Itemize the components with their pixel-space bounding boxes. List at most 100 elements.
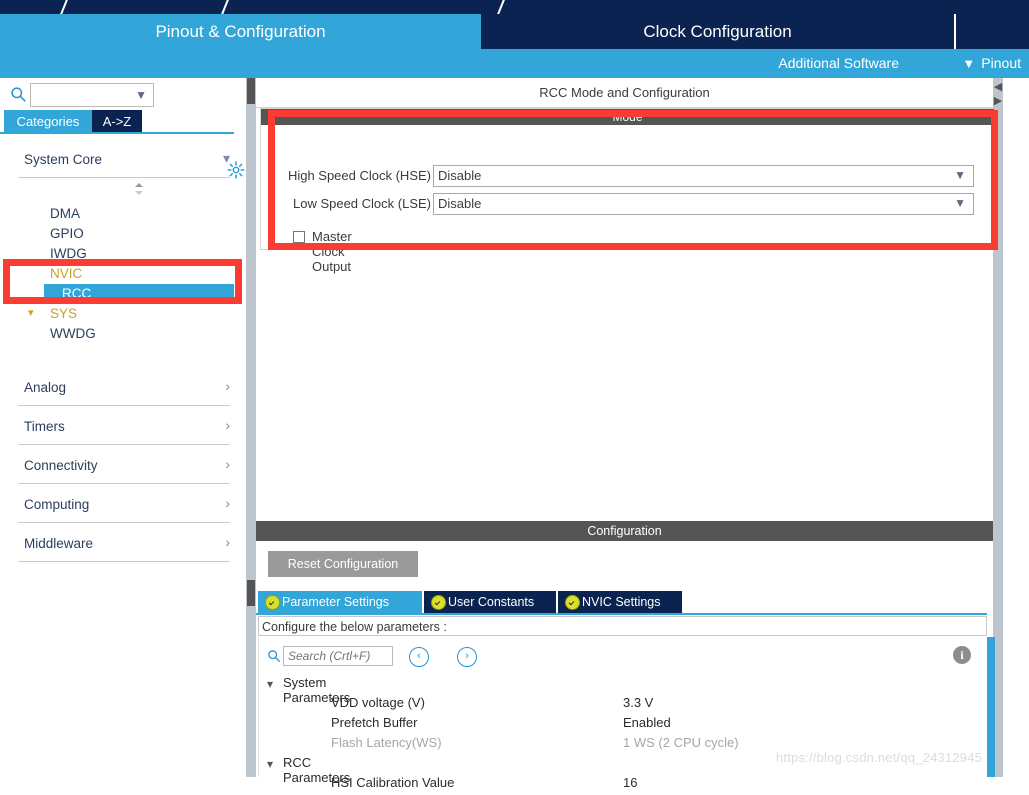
check-circle-icon (431, 595, 446, 610)
chevron-down-icon: ▼ (135, 88, 147, 102)
collapse-all-icon[interactable]: ‹ (409, 647, 429, 667)
list-item[interactable]: WWDG (50, 324, 234, 343)
tab-overflow[interactable] (956, 14, 1029, 49)
chevron-down-icon: ▾ (267, 757, 274, 771)
sidebar-splitter[interactable] (246, 78, 256, 777)
table-row[interactable]: HSI Calibration Value 16 (259, 775, 988, 795)
tab-categories[interactable]: Categories (4, 110, 92, 133)
tab-clock-configuration[interactable]: Clock Configuration (481, 14, 954, 49)
chevron-right-icon: › (225, 495, 230, 511)
chevron-right-icon: › (225, 456, 230, 472)
category-label: Timers (24, 419, 65, 434)
list-item[interactable]: ▾ SYS (28, 304, 234, 323)
sidebar-category-middleware[interactable]: Middleware › (14, 528, 234, 562)
parameter-name: Prefetch Buffer (331, 715, 418, 730)
component-sidebar: ▼ Categories A->Z System Core ▾ DMA GPIO… (0, 78, 246, 777)
tab-label: NVIC Settings (582, 595, 661, 609)
sidebar-category-analog[interactable]: Analog › (14, 372, 234, 406)
additional-software-label: Additional Software (778, 55, 899, 71)
parameter-value: 1 WS (2 CPU cycle) (623, 735, 739, 750)
chevron-down-icon: ▾ (267, 677, 274, 691)
reset-configuration-button[interactable]: Reset Configuration (268, 551, 418, 577)
parameter-search-input[interactable] (283, 646, 393, 666)
search-input[interactable]: ▼ (30, 83, 154, 107)
search-icon (268, 650, 281, 663)
section-tab-underline (0, 132, 234, 134)
chevron-right-icon: › (225, 417, 230, 433)
configuration-group-title: Configuration (256, 521, 993, 541)
sidebar-category-computing[interactable]: Computing › (14, 489, 234, 523)
parameter-value: Enabled (623, 715, 671, 730)
info-icon[interactable]: i (953, 646, 971, 664)
chevron-down-icon: ▾ (28, 307, 34, 319)
expand-all-icon[interactable]: › (457, 647, 477, 667)
parameter-name: Flash Latency(WS) (331, 735, 442, 750)
category-label: Analog (24, 380, 67, 395)
sidebar-category-system-core[interactable]: System Core ▾ (14, 144, 234, 178)
page-title: RCC Mode and Configuration (539, 85, 710, 100)
mode-panel-highlight (268, 110, 998, 250)
check-circle-icon (565, 595, 580, 610)
window-title-strip (0, 0, 1029, 18)
tab-parameter-settings[interactable]: Parameter Settings (258, 591, 422, 613)
configuration-tab-underline (256, 613, 987, 615)
parameter-scrollbar[interactable] (987, 637, 995, 777)
divider (18, 483, 230, 484)
divider (18, 561, 230, 562)
category-label: System Core (24, 152, 103, 167)
category-label: Connectivity (24, 458, 98, 473)
arrow-left-icon[interactable]: ◀ (993, 80, 1003, 94)
main-tab-bar: Pinout & Configuration Clock Configurati… (0, 14, 1029, 49)
tab-nvic-settings[interactable]: NVIC Settings (558, 591, 682, 613)
splitter-grip[interactable] (247, 78, 255, 104)
sidebar-search-row: ▼ (0, 78, 246, 110)
pinout-dropdown[interactable]: ▼ Pinout (962, 49, 1021, 78)
peripheral-label: DMA (50, 206, 80, 221)
tab-label: Clock Configuration (643, 22, 792, 41)
chevron-right-icon: › (225, 534, 230, 550)
parameter-name: VDD voltage (V) (331, 695, 425, 710)
divider (18, 444, 230, 445)
tab-label: Parameter Settings (282, 595, 389, 609)
tab-pinout-configuration[interactable]: Pinout & Configuration (0, 14, 481, 49)
splitter-grip[interactable] (247, 580, 255, 606)
table-row[interactable]: VDD voltage (V) 3.3 V (259, 695, 988, 715)
sidebar-category-connectivity[interactable]: Connectivity › (14, 450, 234, 484)
panel-header: RCC Mode and Configuration (256, 78, 993, 108)
peripheral-label: GPIO (50, 226, 84, 241)
tab-a-to-z[interactable]: A->Z (92, 110, 142, 133)
rcc-item-highlight (3, 259, 242, 304)
tab-label: Categories (16, 114, 80, 129)
category-label: Computing (24, 497, 90, 512)
secondary-toolbar: Additional Software ▼ Pinout (0, 49, 1029, 78)
check-circle-icon (265, 595, 280, 610)
sidebar-category-timers[interactable]: Timers › (14, 411, 234, 445)
chevron-down-icon: ▾ (222, 150, 230, 166)
chevron-down-icon: ▼ (962, 56, 976, 71)
arrow-right-icon[interactable]: ▶ (993, 94, 1003, 108)
scrollbar-thumb[interactable] (987, 637, 995, 777)
additional-software-button[interactable]: Additional Software (778, 49, 899, 78)
configuration-group: Reset Configuration Parameter Settings U… (256, 541, 995, 790)
parameter-name: HSI Calibration Value (331, 775, 455, 790)
pinout-label: Pinout (981, 55, 1021, 71)
tab-user-constants[interactable]: User Constants (424, 591, 556, 613)
scroll-updown-icon[interactable] (132, 182, 146, 196)
configuration-note: Configure the below parameters : (258, 616, 987, 636)
category-label: Middleware (24, 536, 94, 551)
parameter-value: 16 (623, 775, 638, 790)
table-row[interactable]: Prefetch Buffer Enabled (259, 715, 988, 735)
peripheral-label: SYS (50, 306, 78, 321)
list-item[interactable]: DMA (50, 204, 234, 223)
chevron-right-icon: › (225, 378, 230, 394)
sidebar-section-tabs: Categories A->Z (0, 110, 246, 133)
divider (18, 177, 230, 178)
far-right-edge (1019, 78, 1029, 777)
search-icon (11, 87, 26, 102)
divider (18, 522, 230, 523)
watermark: https://blog.csdn.net/qq_24312945 (776, 750, 983, 765)
list-item[interactable]: GPIO (50, 224, 234, 243)
divider (18, 405, 230, 406)
tab-label: User Constants (448, 595, 535, 609)
peripheral-label: WWDG (50, 326, 96, 341)
